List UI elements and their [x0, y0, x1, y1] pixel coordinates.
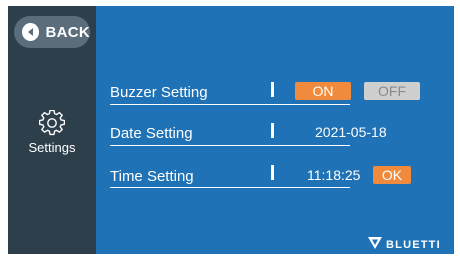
buzzer-off-button[interactable]: OFF: [364, 82, 420, 100]
back-button[interactable]: BACK: [14, 16, 90, 48]
buzzer-setting-label: Buzzer Setting: [110, 84, 208, 101]
time-value[interactable]: 11:18:25: [307, 166, 360, 184]
bluetti-logo: BLUETTI: [368, 236, 441, 254]
row-marker: [271, 165, 274, 180]
device-screen: BACK Settings Buzzer Setting ON OFF Date…: [8, 6, 454, 254]
back-label: BACK: [45, 23, 90, 41]
row-divider: [110, 187, 350, 188]
date-setting-label: Date Setting: [110, 125, 193, 142]
row-divider: [110, 104, 350, 105]
time-ok-button[interactable]: OK: [373, 166, 411, 184]
time-setting-label: Time Setting: [110, 168, 194, 185]
row-marker: [271, 123, 274, 138]
date-value[interactable]: 2021-05-18: [315, 123, 387, 141]
buzzer-on-button[interactable]: ON: [295, 82, 351, 100]
back-arrow-icon: [22, 23, 40, 41]
row-marker: [271, 82, 274, 97]
sidebar: BACK Settings: [8, 6, 96, 254]
sidebar-item-label: Settings: [28, 140, 76, 155]
sidebar-item-settings[interactable]: Settings: [8, 110, 96, 170]
brand-name: BLUETTI: [386, 239, 441, 251]
bluetti-logo-icon: [368, 236, 382, 254]
gear-icon: [39, 110, 65, 136]
row-divider: [110, 145, 350, 146]
